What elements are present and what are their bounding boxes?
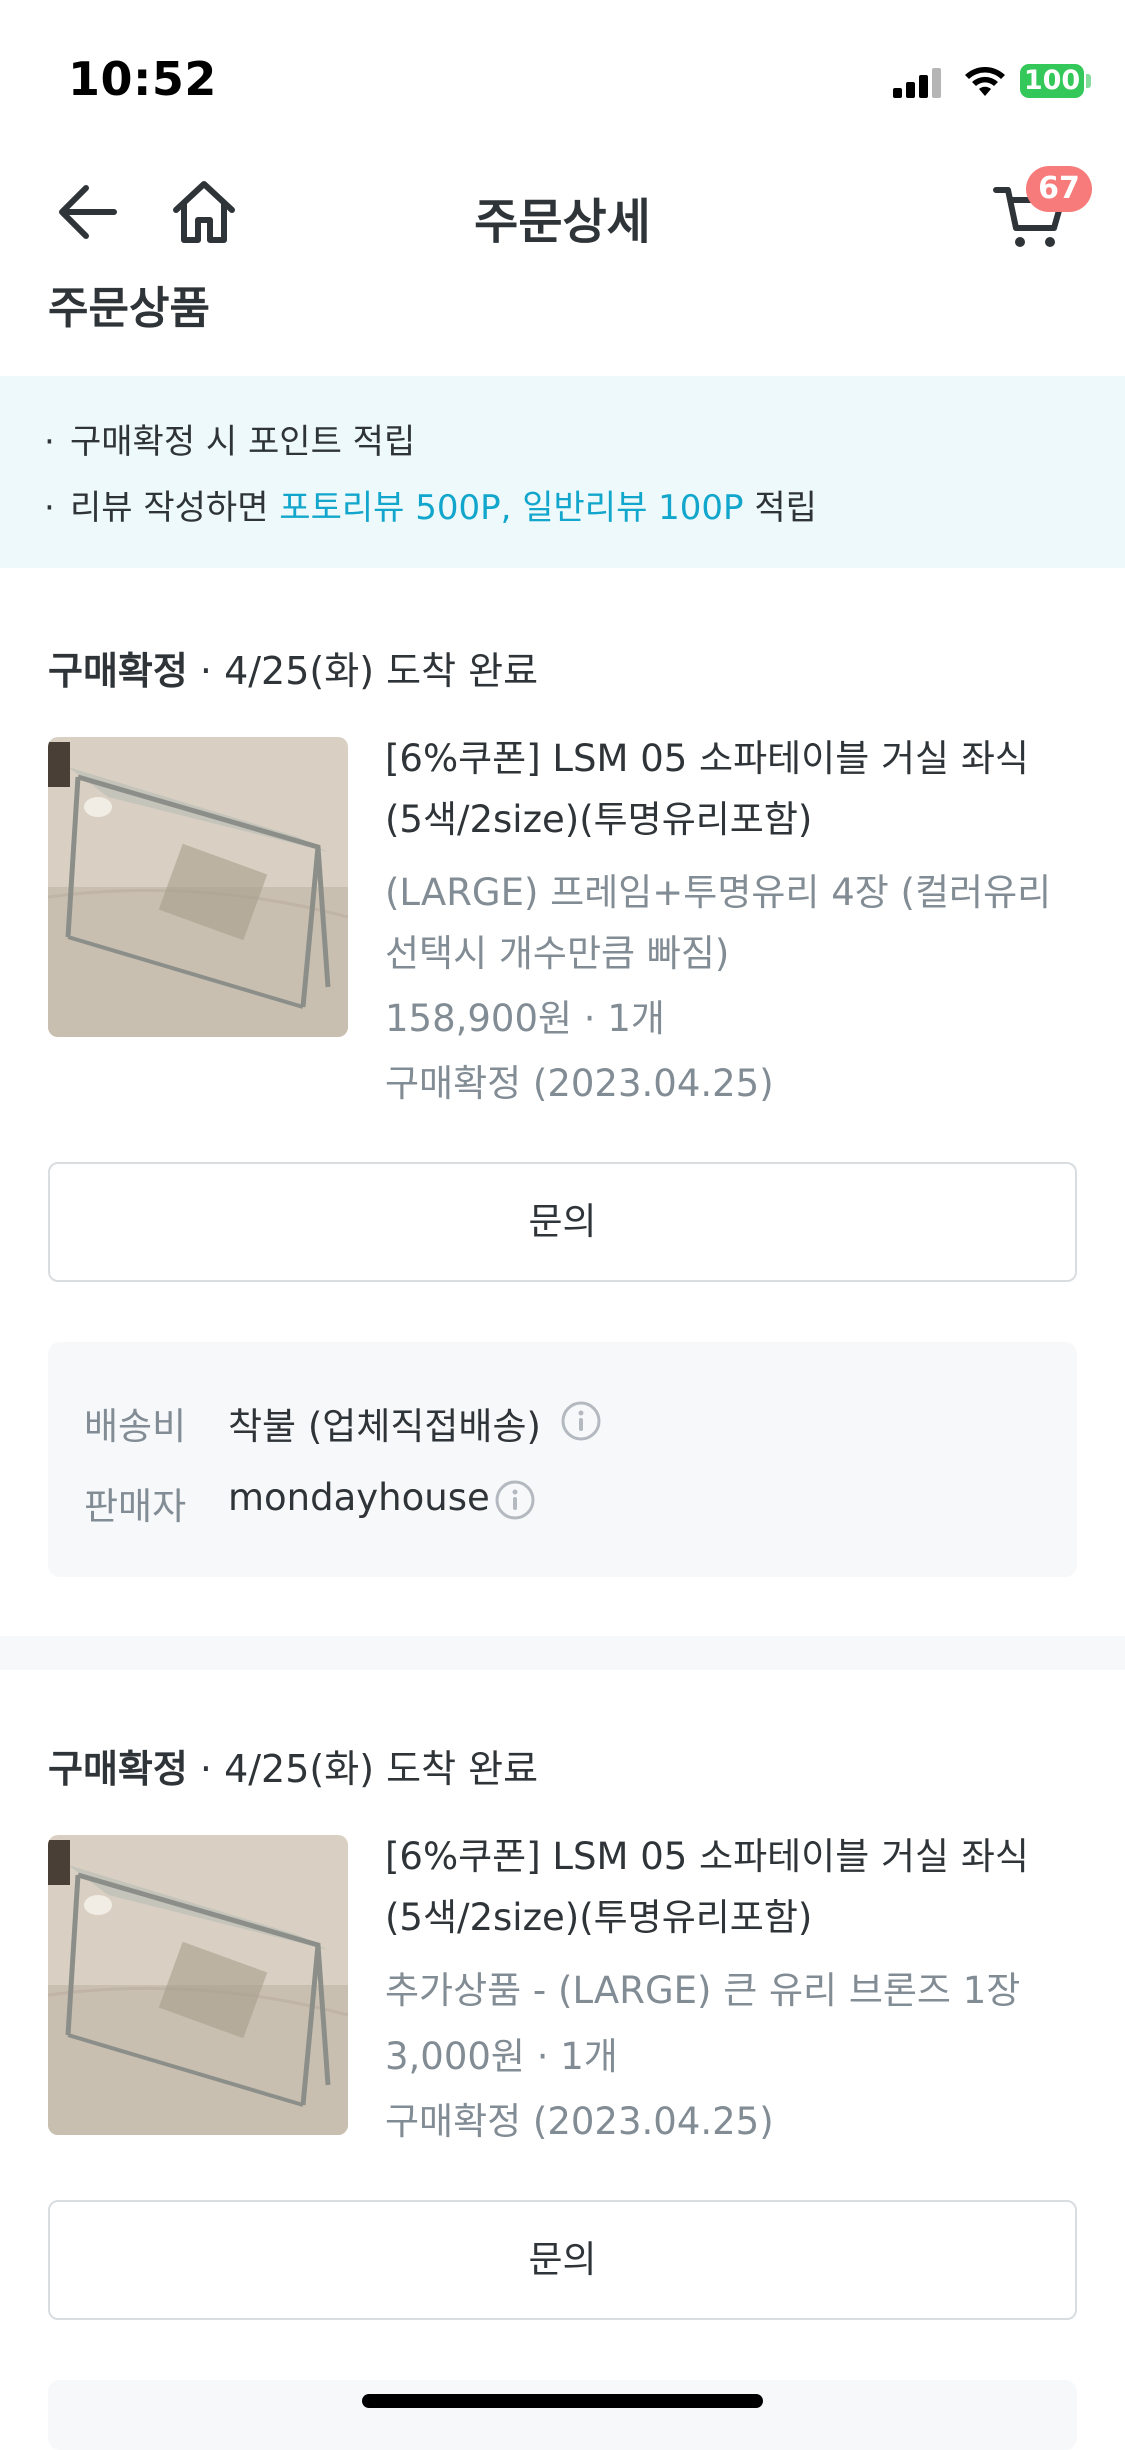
- price-quantity: 158,900원 · 1개: [385, 997, 665, 1040]
- info-icon[interactable]: [560, 1400, 602, 1442]
- inquiry-button[interactable]: 문의: [48, 1162, 1077, 1282]
- battery-cap: [1086, 74, 1091, 88]
- product-option: (LARGE) 프레임+투명유리 4장 (컬러유리 선택시 개수만큼 빠짐): [385, 871, 1052, 975]
- wifi-icon: [965, 67, 1005, 96]
- info-icon[interactable]: [494, 1479, 536, 1521]
- shipping-info-box: [48, 2380, 1077, 2450]
- arrival-info: · 4/25(화) 도착 완료: [187, 1747, 539, 1791]
- shipping-fee-value: 착불 (업체직접배송): [228, 1405, 541, 1448]
- order-status-line: 구매확정 · 4/25(화) 도착 완료: [48, 1738, 538, 1793]
- notice-line-2: · 리뷰 작성하면 포토리뷰 500P, 일반리뷰 100P 적립: [44, 488, 817, 528]
- arrival-info: · 4/25(화) 도착 완료: [187, 649, 539, 693]
- shipping-info-box: [48, 1342, 1077, 1577]
- order-status: 구매확정: [48, 649, 188, 693]
- order-status: 구매확정: [48, 1747, 188, 1791]
- inquiry-button[interactable]: 문의: [48, 2200, 1077, 2320]
- shipping-fee-label: 배송비: [84, 1405, 187, 1448]
- price-quantity: 3,000원 · 1개: [385, 2035, 618, 2078]
- notice-highlight: 포토리뷰 500P, 일반리뷰 100P: [279, 488, 744, 528]
- cellular-signal-icon: [893, 68, 943, 98]
- home-indicator[interactable]: [362, 2394, 763, 2408]
- section-divider: [0, 1636, 1125, 1670]
- status-time: 10:52: [68, 52, 217, 106]
- section-title: 주문상품: [48, 283, 210, 334]
- page-title: 주문상세: [474, 194, 651, 250]
- battery-indicator: 100: [1020, 64, 1084, 98]
- order-status-line: 구매확정 · 4/25(화) 도착 완료: [48, 640, 538, 695]
- purchase-confirm-date: 구매확정 (2023.04.25): [385, 2100, 774, 2143]
- notice-line-1: · 구매확정 시 포인트 적립: [44, 422, 416, 462]
- cart-count-badge: 67: [1026, 166, 1092, 212]
- point-notice-banner: [0, 376, 1125, 568]
- product-thumbnail[interactable]: [48, 737, 348, 1037]
- seller-value[interactable]: mondayhouse: [228, 1476, 490, 1519]
- product-title[interactable]: [6%쿠폰] LSM 05 소파테이블 거실 좌식 (5색/2size)(투명유…: [385, 728, 1085, 850]
- product-title[interactable]: [6%쿠폰] LSM 05 소파테이블 거실 좌식 (5색/2size)(투명유…: [385, 1826, 1085, 1948]
- purchase-confirm-date: 구매확정 (2023.04.25): [385, 1062, 774, 1105]
- product-thumbnail[interactable]: [48, 1835, 348, 2135]
- seller-label: 판매자: [84, 1485, 187, 1528]
- product-option: 추가상품 - (LARGE) 큰 유리 브론즈 1장: [385, 1969, 1021, 2012]
